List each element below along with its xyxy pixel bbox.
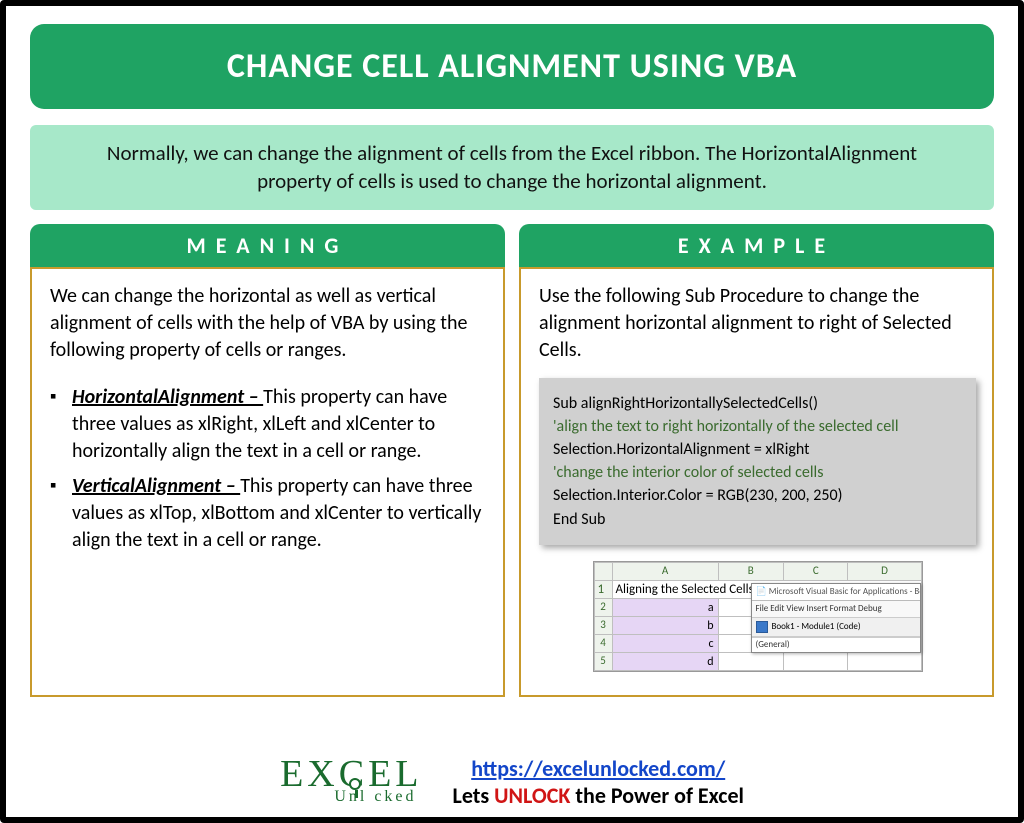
code-comment: 'align the text to right horizontally of… bbox=[553, 415, 962, 438]
intro-text: Normally, we can change the alignment of… bbox=[30, 125, 994, 210]
row-header: 1 bbox=[594, 580, 612, 599]
term-horizontal: HorizontalAlignment – bbox=[72, 385, 263, 409]
row-header: 3 bbox=[594, 617, 612, 635]
code-block: Sub alignRightHorizontallySelectedCells(… bbox=[539, 378, 976, 545]
term-vertical: VerticalAlignment – bbox=[72, 474, 240, 498]
tagline-a: Lets bbox=[453, 782, 495, 809]
cell bbox=[784, 653, 848, 671]
row-header: 2 bbox=[594, 599, 612, 617]
excel-screenshot: A B C D 1 Aligning the Selected Cells to… bbox=[593, 561, 923, 673]
col-header: B bbox=[718, 562, 783, 580]
example-body: Use the following Sub Procedure to chang… bbox=[519, 267, 994, 697]
cell: b bbox=[612, 617, 718, 635]
page-title: CHANGE CELL ALIGNMENT USING VBA bbox=[30, 24, 994, 109]
code-line: Selection.Interior.Color = RGB(230, 200,… bbox=[553, 484, 962, 507]
col-header: C bbox=[784, 562, 848, 580]
tagline-unlock: UNLOCK bbox=[494, 782, 570, 809]
corner-cell bbox=[594, 562, 612, 580]
col-header: A bbox=[612, 562, 718, 580]
module-icon bbox=[756, 621, 768, 633]
example-column: EXAMPLE Use the following Sub Procedure … bbox=[519, 224, 994, 697]
columns: MEANING We can change the horizontal as … bbox=[30, 224, 994, 697]
cell bbox=[848, 653, 921, 671]
tagline-c: the Power of Excel bbox=[570, 782, 743, 809]
cell bbox=[718, 653, 783, 671]
example-header: EXAMPLE bbox=[519, 224, 994, 267]
code-line: Sub alignRightHorizontallySelectedCells(… bbox=[553, 392, 962, 415]
col-header: D bbox=[848, 562, 921, 580]
row-header: 5 bbox=[594, 653, 612, 671]
vbe-title-text: Microsoft Visual Basic for Applications … bbox=[769, 586, 920, 597]
meaning-list: HorizontalAlignment – This property can … bbox=[50, 384, 487, 554]
code-comment: 'change the interior color of selected c… bbox=[553, 461, 962, 484]
code-line: End Sub bbox=[553, 508, 962, 531]
logo-line1: EXCEL bbox=[280, 758, 422, 790]
cell: c bbox=[612, 635, 718, 653]
logo-c: C bbox=[339, 758, 368, 790]
infographic-frame: CHANGE CELL ALIGNMENT USING VBA Normally… bbox=[0, 0, 1024, 823]
example-lead: Use the following Sub Procedure to chang… bbox=[539, 283, 976, 364]
list-item: HorizontalAlignment – This property can … bbox=[50, 384, 487, 465]
row-header: 4 bbox=[594, 635, 612, 653]
keyhole-icon bbox=[349, 778, 361, 790]
vbe-module-bar: Book1 - Module1 (Code) bbox=[752, 618, 920, 637]
vbe-module-text: Book1 - Module1 (Code) bbox=[772, 621, 861, 633]
vbe-menubar: File Edit View Insert Format Debug bbox=[752, 601, 920, 618]
meaning-lead: We can change the horizontal as well as … bbox=[50, 283, 487, 364]
vbe-dropdown: (General) bbox=[752, 637, 920, 652]
cell: d bbox=[612, 653, 718, 671]
footer-text: https://excelunlocked.com/ Lets UNLOCK t… bbox=[453, 755, 744, 809]
footer: EXCEL Unl cked https://excelunlocked.com… bbox=[6, 755, 1018, 809]
meaning-header: MEANING bbox=[30, 224, 505, 267]
code-line: Selection.HorizontalAlignment = xlRight bbox=[553, 438, 962, 461]
cell: a bbox=[612, 599, 718, 617]
meaning-body: We can change the horizontal as well as … bbox=[30, 267, 505, 697]
list-item: VerticalAlignment – This property can ha… bbox=[50, 473, 487, 554]
footer-link[interactable]: https://excelunlocked.com/ bbox=[471, 755, 725, 782]
vbe-titlebar: 📄 Microsoft Visual Basic for Application… bbox=[752, 584, 920, 601]
vbe-window: 📄 Microsoft Visual Basic for Application… bbox=[751, 583, 921, 654]
logo: EXCEL Unl cked bbox=[280, 758, 422, 806]
meaning-column: MEANING We can change the horizontal as … bbox=[30, 224, 505, 697]
